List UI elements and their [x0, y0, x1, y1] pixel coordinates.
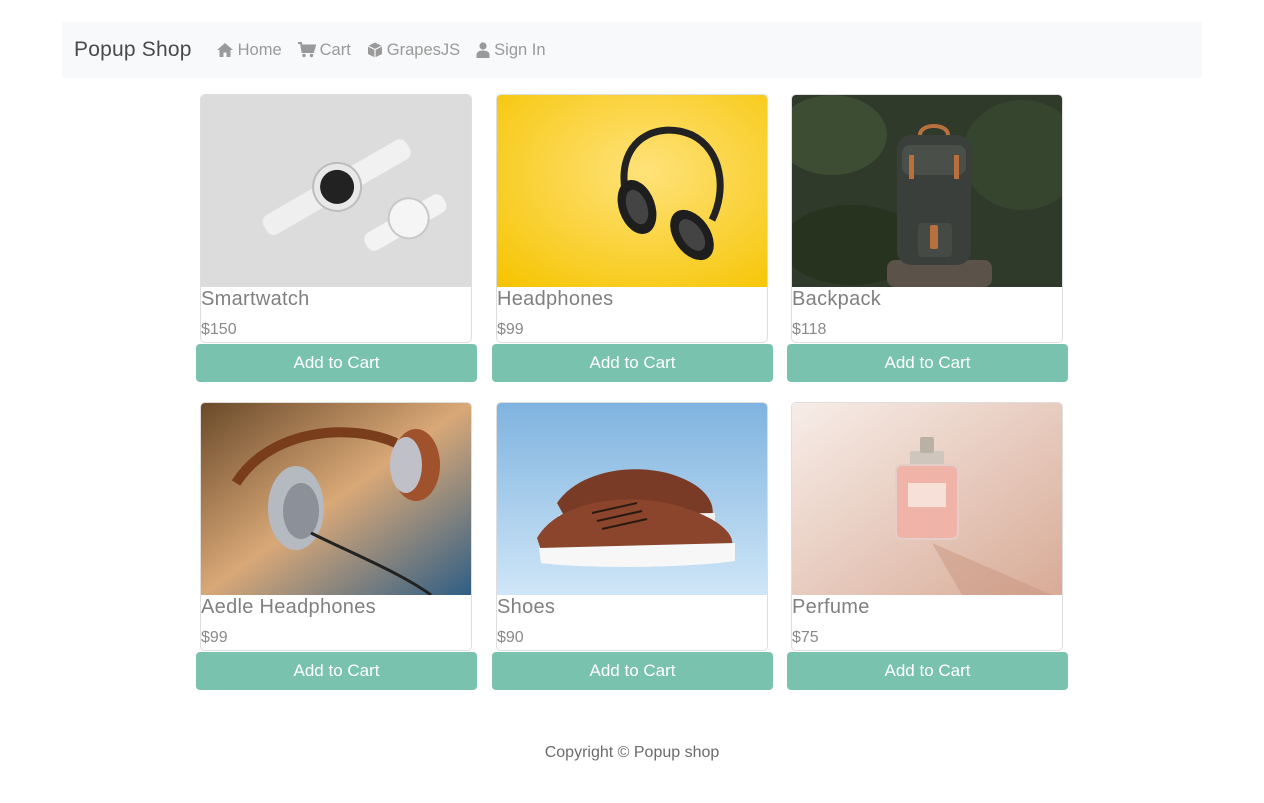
product-name: Headphones [497, 288, 614, 310]
product-card: Shoes $90 [496, 402, 768, 651]
cart-icon [297, 42, 316, 58]
nav-link-home-label: Home [237, 40, 282, 59]
product-image-backpack[interactable] [792, 95, 1062, 287]
product-card: Aedle Headphones $99 [200, 402, 472, 651]
nav-link-sign-in[interactable]: Sign In [476, 40, 546, 60]
nav-link-cart[interactable]: Cart [297, 40, 351, 60]
nav-link-home[interactable]: Home [216, 41, 282, 60]
product-image-perfume[interactable] [792, 403, 1062, 595]
nav-link-cart-label: Cart [319, 40, 351, 59]
nav-link-grapesjs-label: GrapesJS [386, 40, 461, 59]
product-name: Shoes [497, 596, 556, 618]
product-image-aedle-headphones[interactable] [201, 403, 471, 595]
product-name: Aedle Headphones [201, 596, 376, 618]
product-name: Backpack [792, 288, 882, 310]
nav-link-grapesjs[interactable]: GrapesJS [367, 41, 460, 60]
product-price: $150 [201, 321, 237, 338]
nav-link-sign-in-label: Sign In [494, 40, 546, 59]
product-card: Perfume $75 [791, 402, 1063, 651]
product-image-smartwatch[interactable] [201, 95, 471, 287]
product-image-headphones[interactable] [497, 95, 767, 287]
product-price: $118 [792, 321, 827, 338]
product-card: Smartwatch $150 [200, 94, 472, 343]
navbar: Popup Shop Home Cart GrapesJS Sign In [62, 22, 1202, 78]
product-price: $75 [792, 629, 819, 646]
home-icon [216, 43, 233, 57]
add-to-cart-button[interactable]: Add to Cart [492, 652, 773, 690]
add-to-cart-button[interactable]: Add to Cart [196, 344, 477, 382]
product-name: Perfume [792, 596, 870, 618]
footer-copyright: Copyright © Popup shop [544, 744, 720, 761]
nav-links: Home Cart GrapesJS Sign In [216, 41, 562, 60]
product-price: $90 [497, 629, 524, 646]
product-card: Backpack $118 [791, 94, 1063, 343]
product-image-shoes[interactable] [497, 403, 767, 595]
product-name: Smartwatch [201, 288, 310, 310]
add-to-cart-button[interactable]: Add to Cart [196, 652, 477, 690]
product-price: $99 [201, 629, 228, 646]
product-price: $99 [497, 321, 524, 338]
user-icon [476, 42, 490, 58]
add-to-cart-button[interactable]: Add to Cart [492, 344, 773, 382]
product-card: Headphones $99 [496, 94, 768, 343]
cube-icon [367, 42, 383, 58]
add-to-cart-button[interactable]: Add to Cart [787, 652, 1068, 690]
add-to-cart-button[interactable]: Add to Cart [787, 344, 1068, 382]
brand-title[interactable]: Popup Shop [74, 38, 192, 62]
